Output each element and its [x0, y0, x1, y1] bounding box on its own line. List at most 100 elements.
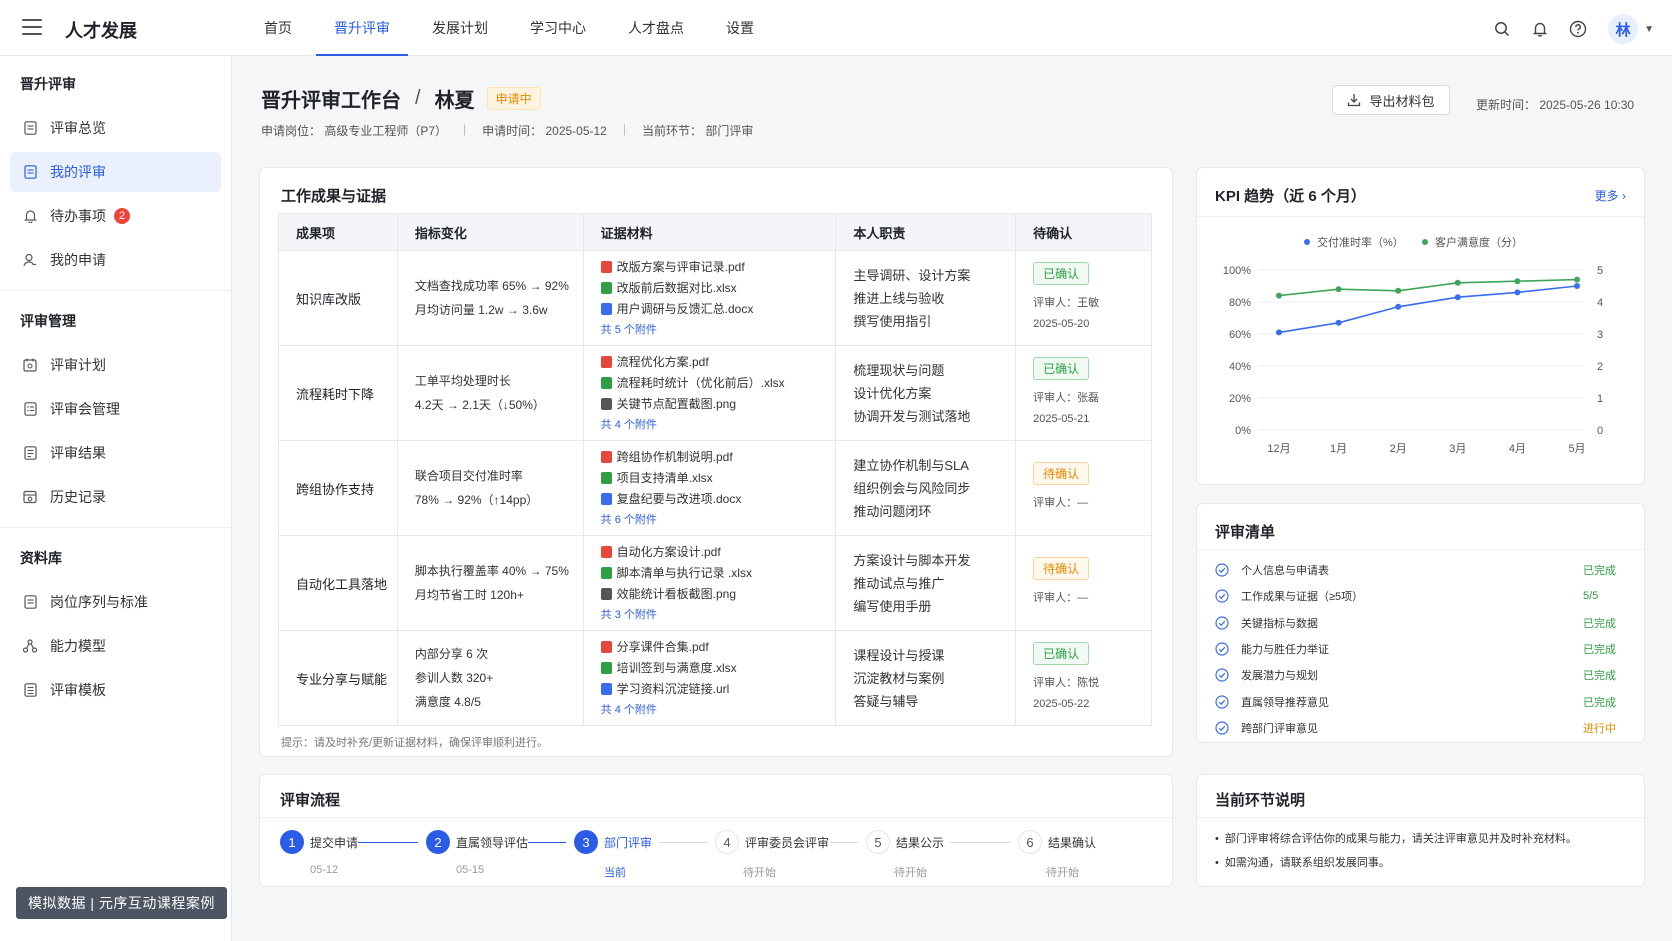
check-circle-icon: [1215, 589, 1229, 604]
metric-line: 月均访问量 1.2w → 3.6w: [414, 303, 548, 317]
file-link[interactable]: 脚本清单与执行记录 .xlsx: [600, 563, 836, 584]
watermark-label: 模拟数据 | 元序互动课程案例: [16, 887, 227, 919]
page-title-text: 晋升评审工作台: [261, 90, 401, 112]
step-sub: 05-12: [310, 864, 339, 876]
check-circle-icon: [1215, 695, 1229, 709]
table-cell: 流程优化方案.pdf 流程耗时统计（优化前后）.xlsx 关键节点配置截图.png 共…: [582, 345, 837, 441]
attachments-link[interactable]: 共 3 个附件: [601, 605, 836, 625]
file-link[interactable]: 学习资料沉淀链接.url: [600, 679, 836, 700]
sidebar-item-label: 岗位序列与标准: [50, 594, 148, 610]
step-sub: 待开始: [1046, 867, 1079, 879]
duty-line: 建立协作机制与SLA: [853, 457, 969, 473]
attachments-link[interactable]: 共 6 个附件: [601, 510, 836, 530]
attachments-link[interactable]: 共 4 个附件: [601, 415, 836, 435]
file-link[interactable]: 分享课件合集.pdf: [600, 637, 836, 658]
tab-settings[interactable]: 设置: [708, 0, 772, 56]
sidebar-item-my-application[interactable]: 我的申请: [10, 240, 221, 280]
metric-line: 联合项目交付准时率: [414, 469, 523, 483]
duty-line: 推动试点与推广: [853, 575, 945, 591]
sidebar-item-review-result[interactable]: 评审结果: [10, 433, 221, 473]
file-name: 改版前后数据对比.xlsx: [616, 280, 737, 295]
bell-icon[interactable]: [1526, 15, 1554, 43]
sidebar-item-meeting-manage[interactable]: 评审会管理: [10, 389, 221, 429]
confirm-status-badge: 待确认: [1033, 557, 1090, 580]
sidebar-item-todo[interactable]: 待办事项 2: [10, 196, 221, 236]
menu-icon[interactable]: [22, 19, 42, 37]
attachments-link[interactable]: 共 4 个附件: [601, 700, 836, 720]
flow-step: 1 提交申请 05-12: [280, 830, 358, 876]
sidebar-item-my-review[interactable]: 我的评审: [10, 152, 221, 192]
x-tick-label: 3月: [1449, 443, 1466, 455]
tab-talent-review[interactable]: 人才盘点: [610, 0, 702, 56]
flow-step: 3 部门评审 当前: [574, 830, 652, 879]
x-tick-label: 12月: [1267, 443, 1290, 455]
sidebar: 晋升评审 评审总览 我的评审 待办事项 2 我的申请 评审管理 评审计划 评审会…: [0, 56, 232, 941]
sidebar-item-label: 评审会管理: [50, 401, 120, 417]
file-name: 关键节点配置截图.png: [616, 396, 736, 411]
file-link[interactable]: 用户调研与反馈汇总.docx: [600, 299, 836, 320]
data-point: [1395, 303, 1402, 310]
avatar[interactable]: 林: [1608, 14, 1639, 44]
sidebar-item-review-plan[interactable]: 评审计划: [10, 345, 221, 385]
help-icon[interactable]: [1564, 15, 1592, 43]
checklist-divider: [1197, 549, 1644, 550]
table-cell: 建立协作机制与SLA 组织例会与风险同步 推动问题闭环: [835, 440, 1017, 536]
data-point: [1276, 329, 1282, 336]
sidebar-item-history[interactable]: 历史记录: [10, 477, 221, 517]
excel-file-icon: [600, 282, 612, 294]
duty-line: 沉淀教材与案例: [853, 670, 945, 686]
evidence-table: 成果项 指标变化 证据材料 本人职责 待确认 知识库改版 文档查找成功率 65% …: [278, 213, 1152, 726]
file-link[interactable]: 复盘纪要与改进项.docx: [600, 489, 836, 510]
sidebar-item-overview[interactable]: 评审总览: [10, 108, 221, 148]
tab-learning-center[interactable]: 学习中心: [512, 0, 604, 56]
table-header-row: 成果项 指标变化 证据材料 本人职责 待确认: [278, 213, 1152, 251]
file-name: 自动化方案设计.pdf: [616, 544, 721, 559]
flow-connector: [358, 842, 418, 843]
file-link[interactable]: 培训签到与满意度.xlsx: [600, 658, 836, 679]
sidebar-group-management: 评审管理: [20, 313, 76, 329]
sidebar-item-job-standards[interactable]: 岗位序列与标准: [10, 582, 221, 622]
file-link[interactable]: 项目支持清单.xlsx: [600, 468, 836, 489]
data-point: [1514, 289, 1521, 296]
pdf-file-icon: [600, 546, 612, 558]
duty-line: 设计优化方案: [853, 385, 932, 401]
evidence-card: 工作成果与证据 成果项 指标变化 证据材料 本人职责 待确认 知识库改版 文档查找…: [259, 167, 1173, 757]
file-link[interactable]: 改版方案与评审记录.pdf: [600, 257, 836, 278]
tab-home[interactable]: 首页: [246, 0, 310, 56]
chevron-down-icon[interactable]: ▼: [1644, 24, 1654, 35]
file-link[interactable]: 效能统计看板截图.png: [600, 584, 836, 605]
x-tick-label: 1月: [1330, 443, 1347, 455]
doc-icon: [22, 594, 38, 610]
table-cell: 分享课件合集.pdf 培训签到与满意度.xlsx 学习资料沉淀链接.url 共 4 个…: [582, 630, 837, 726]
file-link[interactable]: 改版前后数据对比.xlsx: [600, 278, 836, 299]
step-number: 3: [574, 830, 598, 854]
export-button[interactable]: 导出材料包: [1332, 85, 1450, 115]
step-label: 结果确认: [1048, 835, 1097, 850]
file-link[interactable]: 流程优化方案.pdf: [600, 352, 836, 373]
tab-development-plan[interactable]: 发展计划: [414, 0, 506, 56]
y-left-tick-label: 80%: [1229, 297, 1251, 309]
tab-promotion-review[interactable]: 晋升评审: [316, 0, 408, 56]
reviewer-name: 评审人：张磊: [1033, 391, 1100, 404]
step-number: 1: [280, 830, 304, 854]
sidebar-item-review-template[interactable]: 评审模板: [10, 670, 221, 710]
step-number: 5: [866, 830, 890, 854]
file-link[interactable]: 流程耗时统计（优化前后）.xlsx: [600, 373, 836, 394]
data-point: [1276, 292, 1282, 299]
attachments-link[interactable]: 共 5 个附件: [601, 320, 836, 340]
y-right-tick-label: 4: [1597, 297, 1603, 309]
top-bar: 人才发展 首页 晋升评审 发展计划 学习中心 人才盘点 设置 林 ▼: [0, 0, 1672, 56]
file-link[interactable]: 关键节点配置截图.png: [600, 394, 836, 415]
sidebar-item-label: 评审计划: [50, 357, 106, 373]
kpi-chart: 0% 20% 40% 60% 80% 100% 0 1 2 3 4 5 12月 1月 2月 3月 4月 5月 交付准…: [1223, 235, 1603, 455]
file-link[interactable]: 跨组协作机制说明.pdf: [600, 447, 836, 468]
flow-step: 2 直属领导评估 05-15: [426, 830, 528, 876]
sidebar-item-competency-model[interactable]: 能力模型: [10, 626, 221, 666]
doc-icon: [22, 682, 38, 698]
checklist-status: 已完成: [1583, 644, 1616, 657]
sidebar-item-label: 评审模板: [50, 682, 106, 698]
search-icon[interactable]: [1488, 15, 1516, 43]
more-link[interactable]: 更多 ›: [1595, 187, 1626, 204]
file-link[interactable]: 自动化方案设计.pdf: [600, 542, 836, 563]
column-header: 指标变化: [396, 213, 584, 251]
